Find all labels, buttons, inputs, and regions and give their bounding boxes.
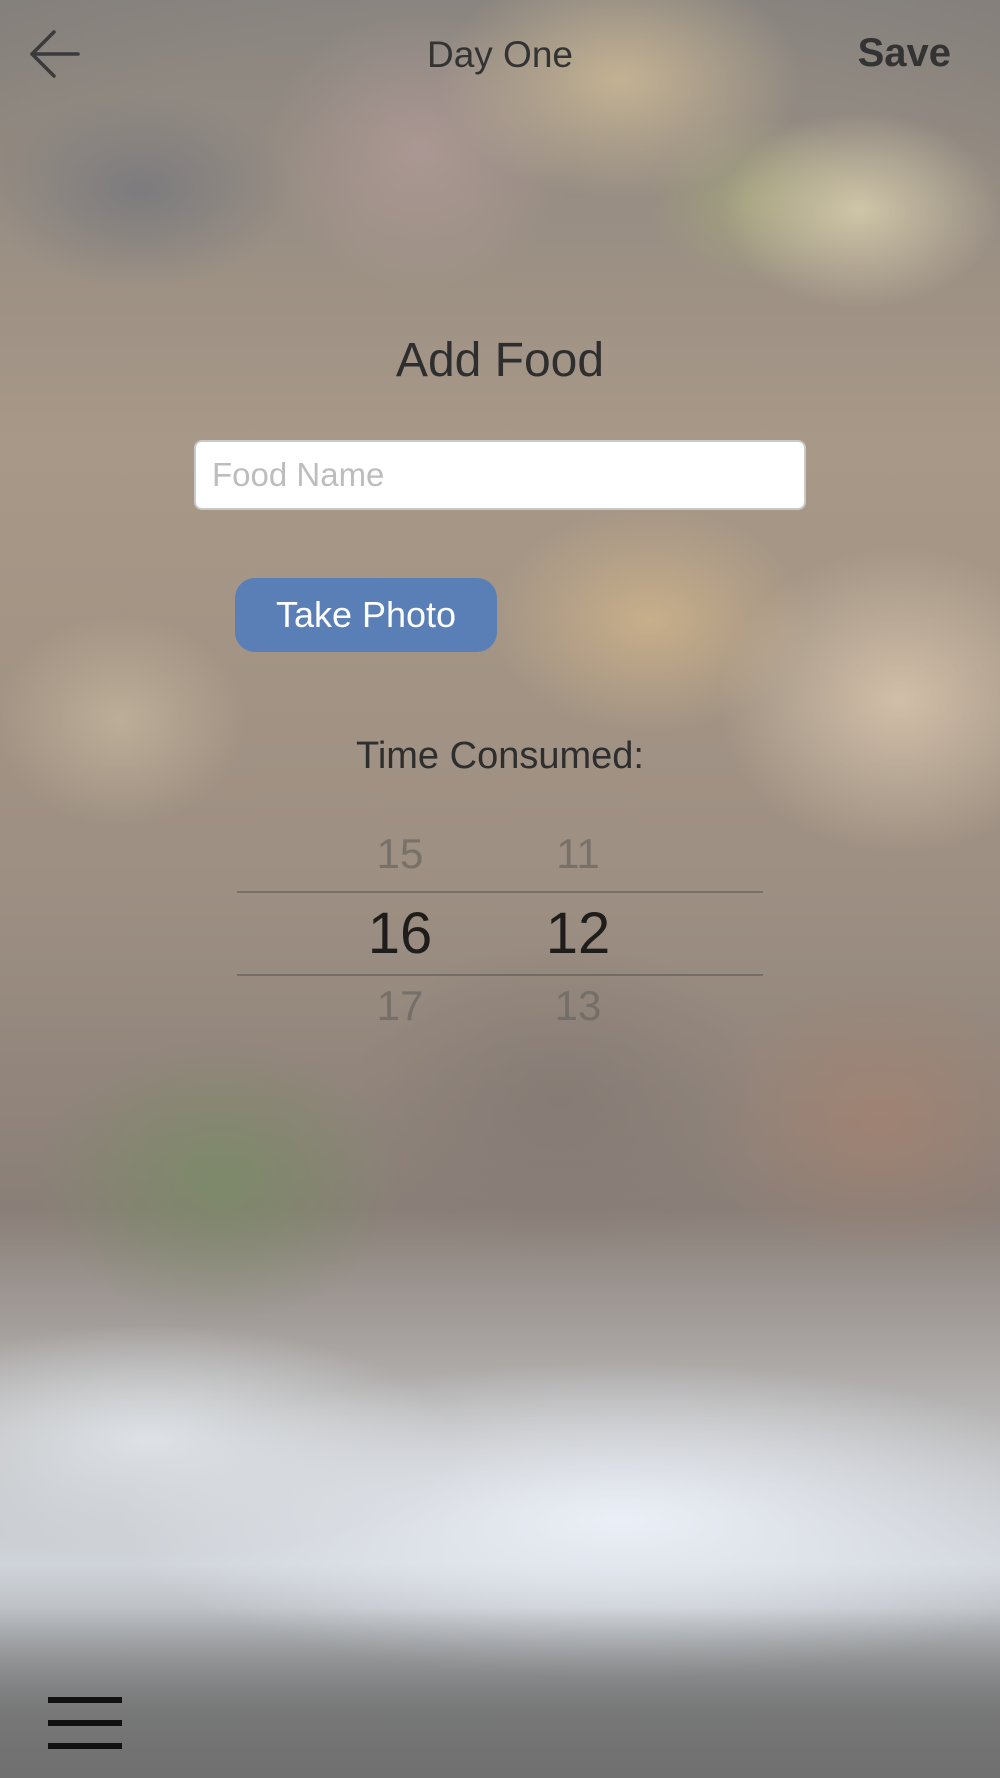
bottom-shade <box>0 1608 1000 1778</box>
menu-button[interactable] <box>48 1697 122 1749</box>
add-food-heading: Add Food <box>395 334 605 387</box>
picker-minute-prev[interactable]: 11 <box>518 830 638 878</box>
picker-minute-selected[interactable]: 12 <box>518 900 638 967</box>
picker-selection-line-top <box>237 891 763 893</box>
picker-hour-selected[interactable]: 16 <box>340 900 460 967</box>
top-navigation-bar: Day One Save <box>0 0 1000 110</box>
picker-selection-line-bottom <box>237 974 763 976</box>
time-picker[interactable]: 15 16 17 11 12 13 <box>237 820 763 1040</box>
food-name-input[interactable] <box>194 440 806 510</box>
picker-minute-next[interactable]: 13 <box>518 982 638 1030</box>
page-title: Day One <box>426 34 573 75</box>
picker-hour-next[interactable]: 17 <box>340 982 460 1030</box>
time-consumed-label: Time Consumed: <box>356 735 644 777</box>
take-photo-button[interactable]: Take Photo <box>235 578 497 652</box>
picker-hour-prev[interactable]: 15 <box>340 830 460 878</box>
save-button[interactable]: Save <box>858 31 951 76</box>
